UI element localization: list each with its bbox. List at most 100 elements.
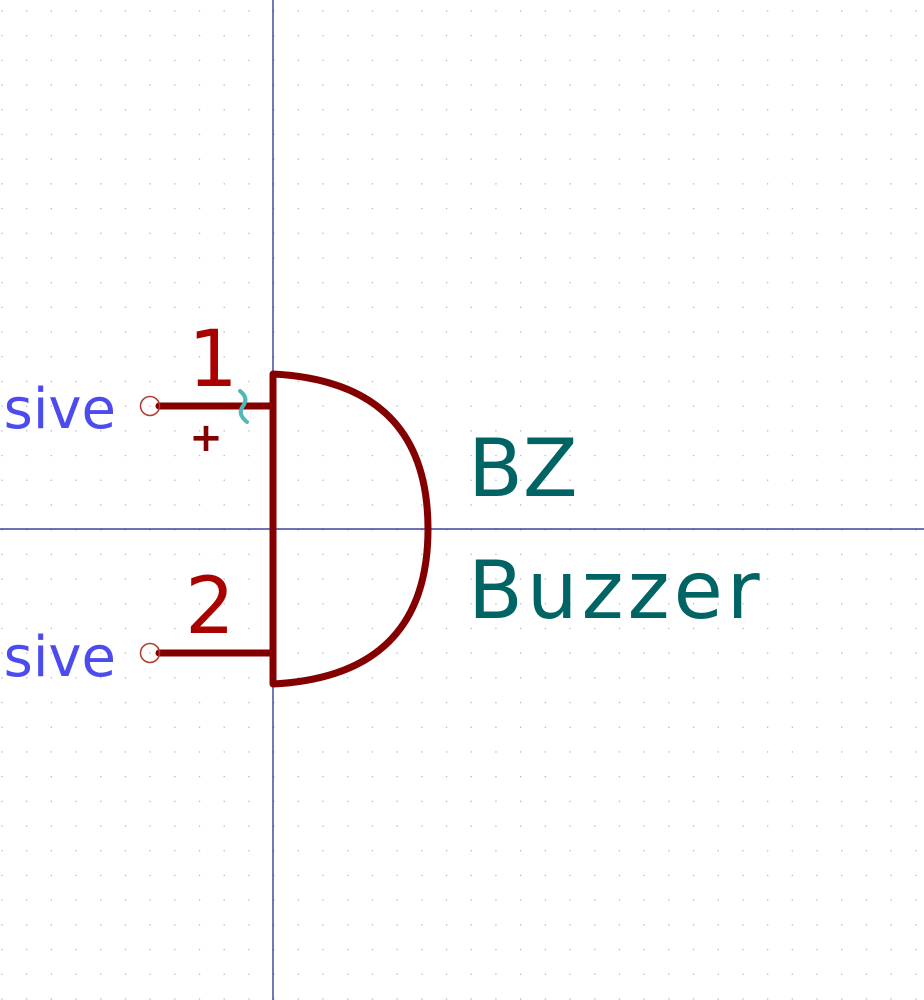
grid-dot	[470, 35, 472, 37]
grid-dot	[520, 158, 522, 160]
grid-dot	[445, 454, 448, 457]
grid-dot	[865, 10, 868, 12]
grid-dot	[495, 405, 497, 407]
grid-dot	[890, 356, 892, 358]
grid-dot	[50, 800, 52, 802]
grid-dot	[569, 874, 571, 877]
grid-dot	[1, 430, 3, 432]
grid-dot	[347, 59, 349, 61]
pin-1-electrical-type: sive	[4, 377, 116, 442]
grid-dot	[915, 948, 917, 951]
grid-dot	[865, 899, 868, 901]
grid-dot	[544, 973, 546, 975]
grid-dot	[767, 257, 769, 259]
grid-dot	[75, 282, 77, 284]
grid-dot	[520, 998, 522, 1000]
grid-dot	[791, 701, 793, 704]
grid-dot	[717, 158, 719, 160]
grid-dot	[100, 948, 102, 951]
grid-dot	[841, 380, 843, 383]
grid-dot	[594, 948, 596, 951]
grid-dot	[50, 207, 52, 210]
grid-dot	[50, 874, 52, 877]
grid-dots	[1, 10, 917, 1000]
grid-dot	[50, 825, 52, 827]
pin-1[interactable]: 1 sive +	[4, 315, 277, 461]
grid-dot	[865, 701, 868, 704]
grid-dot	[149, 59, 151, 61]
grid-dot	[1, 207, 3, 210]
grid-dot	[841, 677, 843, 679]
grid-dot	[198, 10, 201, 12]
grid-dot	[767, 701, 769, 704]
grid-dot	[865, 331, 868, 333]
grid-dot	[248, 751, 250, 753]
grid-dot	[248, 973, 250, 975]
grid-dot	[50, 454, 52, 457]
grid-dot	[174, 998, 176, 1000]
symbol-editor-view[interactable]: 1 sive + 2 sive BZ Buzzer	[0, 0, 924, 1000]
grid-dot	[692, 158, 695, 160]
grid-dot	[791, 850, 793, 852]
value-field[interactable]: Buzzer	[468, 544, 764, 637]
grid-dot	[371, 726, 374, 728]
grid-dot	[124, 998, 127, 1000]
grid-dot	[767, 850, 769, 852]
grid-dot	[421, 603, 423, 605]
grid-dot	[347, 726, 349, 728]
grid-dot	[915, 726, 917, 728]
grid-dot	[347, 479, 349, 481]
schematic-canvas[interactable]: 1 sive + 2 sive BZ Buzzer	[0, 0, 924, 1000]
grid-dot	[742, 701, 744, 704]
grid-dot	[396, 59, 398, 61]
grid-dot	[396, 701, 398, 704]
grid-dot	[396, 726, 398, 728]
grid-dot	[174, 899, 176, 901]
grid-dot	[865, 158, 868, 160]
grid-dot	[322, 331, 324, 333]
grid-dot	[347, 627, 349, 630]
grid-dot	[915, 776, 917, 778]
grid-dot	[643, 10, 645, 12]
grid-dot	[544, 874, 546, 877]
grid-dot	[124, 578, 127, 580]
grid-dot	[124, 331, 127, 333]
grid-dot	[371, 850, 374, 852]
grid-dot	[594, 701, 596, 704]
grid-dot	[791, 924, 793, 926]
grid-dot	[841, 109, 843, 111]
grid-dot	[26, 10, 28, 12]
grid-dot	[890, 924, 892, 926]
grid-dot	[470, 948, 472, 951]
grid-dot	[841, 282, 843, 284]
grid-dot	[371, 924, 374, 926]
grid-dot	[396, 479, 398, 481]
grid-dot	[618, 430, 621, 432]
pin-2[interactable]: 2 sive	[4, 562, 277, 690]
grid-dot	[174, 701, 176, 704]
grid-dot	[297, 652, 299, 654]
grid-dot	[26, 306, 28, 308]
grid-dot	[692, 726, 695, 728]
grid-dot	[594, 998, 596, 1000]
grid-dot	[50, 948, 52, 951]
grid-dot	[297, 973, 299, 975]
reference-field[interactable]: BZ	[468, 422, 578, 515]
grid-dot	[445, 84, 448, 86]
grid-dot	[841, 973, 843, 975]
grid-dot	[297, 479, 299, 481]
grid-dot	[544, 677, 546, 679]
grid-dot	[520, 380, 522, 383]
grid-dot	[692, 207, 695, 210]
grid-dot	[544, 306, 546, 308]
grid-dot	[248, 998, 250, 1000]
grid-dot	[915, 282, 917, 284]
grid-dot	[594, 232, 596, 234]
grid-dot	[223, 306, 225, 308]
grid-dot	[544, 899, 546, 901]
grid-dot	[445, 701, 448, 704]
grid-dot	[569, 133, 571, 136]
grid-dot	[692, 257, 695, 259]
grid-dot	[347, 356, 349, 358]
grid-dot	[297, 356, 299, 358]
